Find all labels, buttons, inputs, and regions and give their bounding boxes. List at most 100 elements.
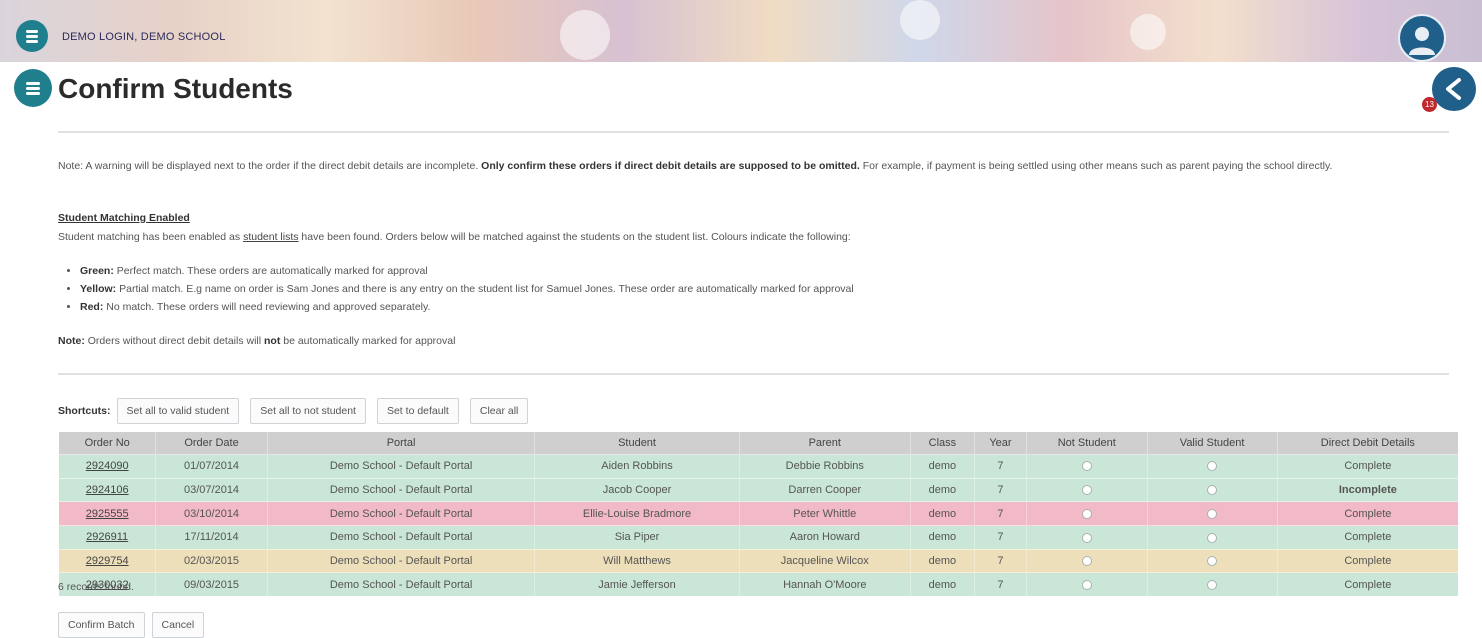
legend-item-green: Green: Perfect match. These orders are a… xyxy=(80,262,854,280)
set-all-not-student-button[interactable]: Set all to not student xyxy=(250,398,366,424)
order-no-link[interactable]: 2924090 xyxy=(86,460,129,472)
orders-table: Order No Order Date Portal Student Paren… xyxy=(57,432,1458,597)
student-lists-link[interactable]: student lists xyxy=(243,231,298,243)
column-header-not-student[interactable]: Not Student xyxy=(1026,432,1148,455)
direct-debit-status: Complete xyxy=(1276,548,1458,573)
column-header-direct-debit[interactable]: Direct Debit Details xyxy=(1276,432,1458,455)
student-cell: Jamie Jefferson xyxy=(534,572,740,597)
matching-text: Student matching has been enabled as xyxy=(58,231,244,243)
not-student-cell xyxy=(1026,454,1148,479)
valid-student-radio[interactable] xyxy=(1207,461,1218,472)
not-student-radio[interactable] xyxy=(1081,461,1092,472)
order-no-link[interactable]: 2924106 xyxy=(86,484,129,496)
order-no-link[interactable]: 2926911 xyxy=(86,531,128,543)
order-no-cell: 2924090 xyxy=(57,454,156,479)
order-no-link[interactable]: 2925555 xyxy=(86,508,129,520)
column-header-class[interactable]: Class xyxy=(909,432,975,455)
order-date-cell: 09/03/2015 xyxy=(155,572,268,597)
batch-actions: Confirm Batch Cancel xyxy=(58,612,211,638)
order-date-cell: 01/07/2014 xyxy=(155,454,268,479)
year-cell: 7 xyxy=(973,454,1027,479)
records-count: 6 records found. xyxy=(58,581,134,593)
order-no-cell: 2926911 xyxy=(57,525,156,550)
direct-debit-status: Complete xyxy=(1276,572,1458,597)
match-colour-legend: Green: Perfect match. These orders are a… xyxy=(58,262,854,316)
column-header-order-date[interactable]: Order Date xyxy=(155,432,268,455)
valid-student-radio[interactable] xyxy=(1207,579,1218,590)
not-student-radio[interactable] xyxy=(1081,579,1092,590)
clear-all-button[interactable]: Clear all xyxy=(469,398,529,424)
direct-debit-status: Complete xyxy=(1276,501,1458,526)
not-student-radio[interactable] xyxy=(1081,508,1092,519)
table-row: 2926911 17/11/2014 Demo School - Default P… xyxy=(57,525,1458,550)
set-to-default-button[interactable]: Set to default xyxy=(376,398,459,424)
legend-item-red: Red: No match. These orders will need re… xyxy=(80,298,854,316)
portal-cell: Demo School - Default Portal xyxy=(266,525,535,550)
direct-debit-status: Complete xyxy=(1276,454,1458,479)
user-avatar-icon[interactable] xyxy=(1398,14,1446,62)
column-header-year[interactable]: Year xyxy=(973,432,1027,455)
back-chevron-icon[interactable] xyxy=(1432,67,1476,111)
parent-cell: Darren Cooper xyxy=(738,477,911,502)
direct-debit-status: Complete xyxy=(1276,525,1458,550)
valid-student-cell xyxy=(1146,454,1278,479)
note-label: Note: xyxy=(58,335,85,347)
legend-item-yellow: Yellow: Partial match. E.g name on order… xyxy=(80,280,854,298)
valid-student-cell xyxy=(1146,525,1278,550)
valid-student-radio[interactable] xyxy=(1207,508,1218,519)
table-row: 2924106 03/07/2014 Demo School - Default P… xyxy=(57,477,1458,502)
table-row: 2929754 02/03/2015 Demo School - Default P… xyxy=(57,548,1458,573)
column-header-student[interactable]: Student xyxy=(534,432,740,455)
legend-label: Green: xyxy=(80,265,114,277)
class-cell: demo xyxy=(909,501,975,526)
legend-label: Yellow: xyxy=(80,283,117,295)
matching-text: have been found. Orders below will be ma… xyxy=(298,231,851,243)
warning-text: Note: A warning will be displayed next t… xyxy=(58,160,482,172)
portal-cell: Demo School - Default Portal xyxy=(266,548,535,573)
confirm-batch-button[interactable]: Confirm Batch xyxy=(58,612,145,638)
menu-icon[interactable] xyxy=(14,69,52,107)
column-header-parent[interactable]: Parent xyxy=(738,432,911,455)
class-cell: demo xyxy=(909,525,975,550)
student-matching-heading: Student Matching Enabled xyxy=(58,212,190,224)
portal-cell: Demo School - Default Portal xyxy=(266,454,535,479)
student-cell: Aiden Robbins xyxy=(534,454,740,479)
student-cell: Ellie-Louise Bradmore xyxy=(534,501,740,526)
decorative-bubble xyxy=(560,10,610,60)
not-student-radio[interactable] xyxy=(1081,532,1092,543)
column-header-portal[interactable]: Portal xyxy=(266,432,535,455)
order-date-cell: 02/03/2015 xyxy=(155,548,268,573)
notification-badge[interactable]: 13 xyxy=(1422,97,1437,112)
set-all-valid-student-button[interactable]: Set all to valid student xyxy=(116,398,240,424)
shortcuts-label: Shortcuts: xyxy=(58,405,111,417)
order-no-link[interactable]: 2929754 xyxy=(86,555,129,567)
column-header-order-no[interactable]: Order No xyxy=(57,432,156,455)
valid-student-radio[interactable] xyxy=(1207,532,1218,543)
column-header-valid-student[interactable]: Valid Student xyxy=(1146,432,1278,455)
not-student-radio[interactable] xyxy=(1081,556,1092,567)
divider xyxy=(58,131,1449,133)
not-student-radio[interactable] xyxy=(1081,485,1092,496)
portal-cell: Demo School - Default Portal xyxy=(266,477,535,502)
year-cell: 7 xyxy=(973,572,1027,597)
approval-note: Note: Orders without direct debit detail… xyxy=(58,332,455,350)
parent-cell: Peter Whittle xyxy=(738,501,911,526)
header-bar: DEMO LOGIN, DEMO SCHOOL xyxy=(0,0,1482,62)
table-header-row: Order No Order Date Portal Student Paren… xyxy=(57,432,1458,455)
legend-text: Perfect match. These orders are automati… xyxy=(113,265,428,277)
note-bold-text: not xyxy=(264,335,281,347)
valid-student-radio[interactable] xyxy=(1207,485,1218,496)
portal-cell: Demo School - Default Portal xyxy=(266,572,535,597)
parent-cell: Debbie Robbins xyxy=(738,454,911,479)
school-logo-icon xyxy=(16,20,48,52)
legend-label: Red: xyxy=(80,301,104,313)
valid-student-cell xyxy=(1146,548,1278,573)
direct-debit-status: Incomplete xyxy=(1276,477,1458,502)
valid-student-cell xyxy=(1146,572,1278,597)
not-student-cell xyxy=(1026,572,1148,597)
valid-student-radio[interactable] xyxy=(1207,556,1218,567)
year-cell: 7 xyxy=(973,477,1027,502)
legend-text: Partial match. E.g name on order is Sam … xyxy=(116,283,854,295)
cancel-button[interactable]: Cancel xyxy=(151,612,205,638)
year-cell: 7 xyxy=(973,548,1027,573)
